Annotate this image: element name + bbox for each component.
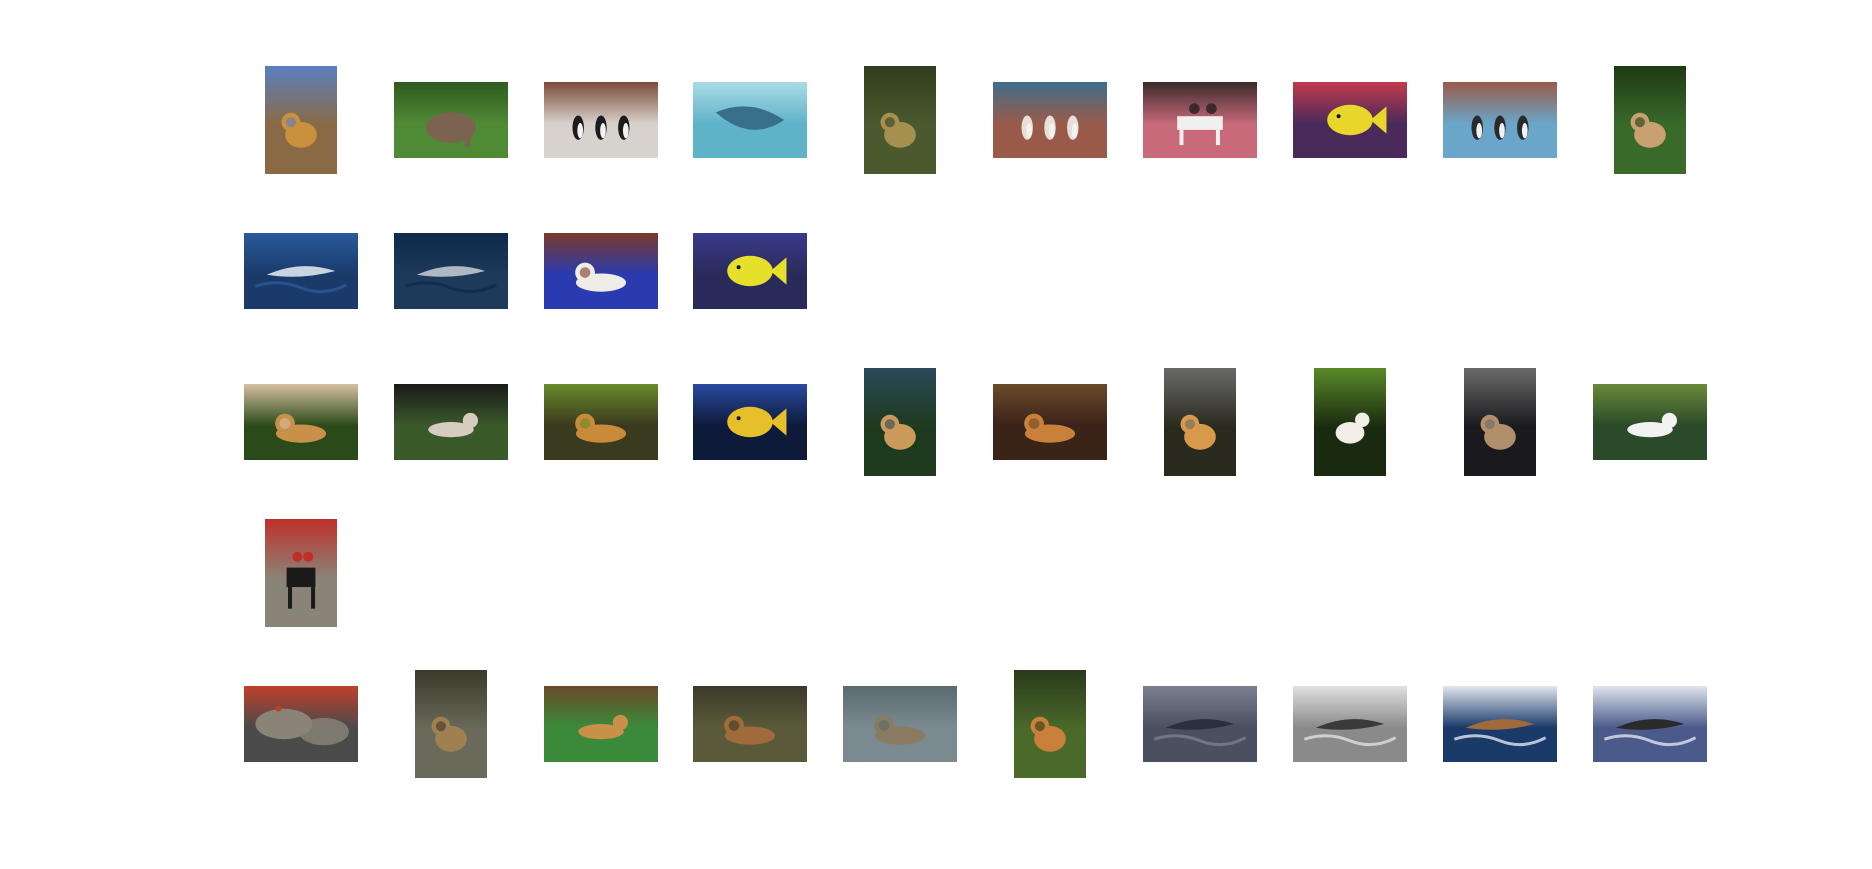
- stingray-photo: [693, 82, 807, 158]
- penguins-beach-photo: [1443, 82, 1557, 158]
- white-dogs-photo-graphic: [1314, 368, 1386, 476]
- dolphin-photo: [244, 233, 358, 309]
- tiger-forest-photo: [244, 384, 358, 460]
- lion-lying-photo: [415, 670, 487, 778]
- white-dogs-photo: [1314, 368, 1386, 476]
- tiger-rest-photo: [544, 384, 658, 460]
- lynx-pair-photo-graphic: [843, 686, 957, 762]
- dolphins-grey-photo: [1143, 686, 1257, 762]
- butterflyfish-photo-graphic: [693, 233, 807, 309]
- persian-cat-photo: [544, 233, 658, 309]
- golden-retriever-photo: [544, 686, 658, 762]
- angelfish-photo: [693, 384, 807, 460]
- lynx-pair-photo: [843, 686, 957, 762]
- tiger-water-photo-graphic: [864, 368, 936, 476]
- golden-retriever-photo-graphic: [544, 686, 658, 762]
- tiger-rocks-photo: [993, 384, 1107, 460]
- dolphins-jump-photo: [1293, 686, 1407, 762]
- image-grid: [0, 0, 1872, 869]
- penguins-rocks-photo-graphic: [993, 82, 1107, 158]
- penguins-beach-photo-graphic: [1443, 82, 1557, 158]
- elephant-photo-graphic: [394, 82, 508, 158]
- whale-tail-photo-graphic: [1443, 686, 1557, 762]
- persian-cat-photo-graphic: [544, 233, 658, 309]
- lion-field-photo: [864, 66, 936, 174]
- white-dog-photo: [1593, 384, 1707, 460]
- cubs-field-photo-graphic: [693, 686, 807, 762]
- lynx-photo-graphic: [1464, 368, 1536, 476]
- stingray-photo-graphic: [693, 82, 807, 158]
- whale-fin-photo: [1593, 686, 1707, 762]
- lion-grass-photo-graphic: [1014, 670, 1086, 778]
- whale-fin-photo-graphic: [1593, 686, 1707, 762]
- tiger-forest-photo-graphic: [244, 384, 358, 460]
- yellow-fish-photo: [1293, 82, 1407, 158]
- lion-lying-photo-graphic: [415, 670, 487, 778]
- rock-birds-photo: [244, 686, 358, 762]
- yellow-fish-photo-graphic: [1293, 82, 1407, 158]
- dolphins-grey-photo-graphic: [1143, 686, 1257, 762]
- butterflyfish-photo: [693, 233, 807, 309]
- white-dog-photo-graphic: [1593, 384, 1707, 460]
- lion-field-photo-graphic: [864, 66, 936, 174]
- tiger-stream-photo: [1164, 368, 1236, 476]
- tiger-rest-photo-graphic: [544, 384, 658, 460]
- horse-crowd-photo-graphic: [1143, 82, 1257, 158]
- dolphin-swim-photo-graphic: [394, 233, 508, 309]
- dolphin-swim-photo: [394, 233, 508, 309]
- horse-guards-photo: [265, 519, 337, 627]
- elephant-photo: [394, 82, 508, 158]
- cubs-field-photo: [693, 686, 807, 762]
- penguins-photo-graphic: [544, 82, 658, 158]
- tiger-rocks-photo-graphic: [993, 384, 1107, 460]
- dog-grass-photo-graphic: [394, 384, 508, 460]
- lion-grass-photo: [1014, 670, 1086, 778]
- dolphins-jump-photo-graphic: [1293, 686, 1407, 762]
- leopard-jungle-photo-graphic: [1614, 66, 1686, 174]
- leopard-jungle-photo: [1614, 66, 1686, 174]
- penguins-photo: [544, 82, 658, 158]
- rock-birds-photo-graphic: [244, 686, 358, 762]
- horse-crowd-photo: [1143, 82, 1257, 158]
- dog-grass-photo: [394, 384, 508, 460]
- lion-photo-graphic: [265, 66, 337, 174]
- lynx-photo: [1464, 368, 1536, 476]
- lion-photo: [265, 66, 337, 174]
- horse-guards-photo-graphic: [265, 519, 337, 627]
- whale-tail-photo: [1443, 686, 1557, 762]
- dolphin-photo-graphic: [244, 233, 358, 309]
- tiger-water-photo: [864, 368, 936, 476]
- tiger-stream-photo-graphic: [1164, 368, 1236, 476]
- penguins-rocks-photo: [993, 82, 1107, 158]
- angelfish-photo-graphic: [693, 384, 807, 460]
